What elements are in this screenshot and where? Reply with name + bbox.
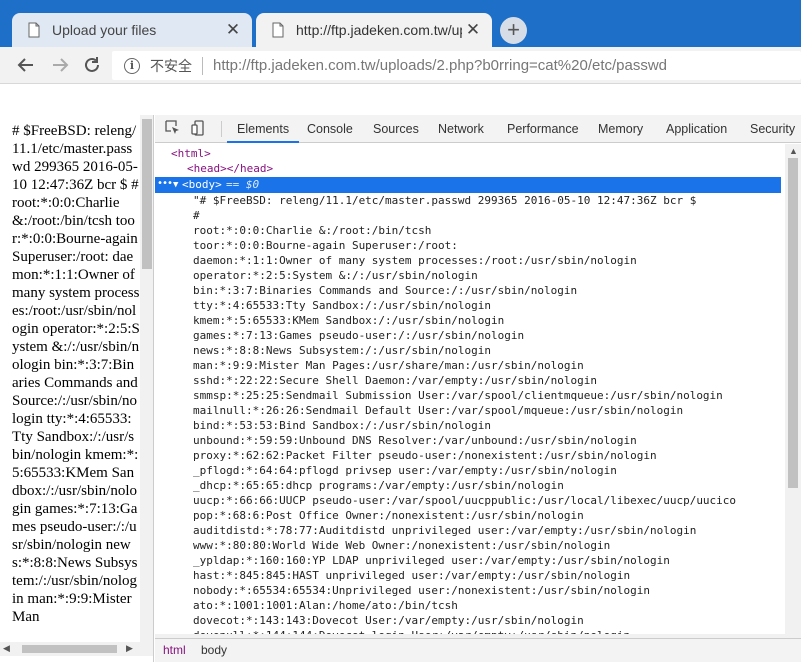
dom-text-line: uucp:*:66:66:UUCP pseudo-user:/var/spool…: [193, 494, 737, 507]
divider: [221, 121, 222, 137]
dom-node-body[interactable]: <body>: [182, 177, 222, 193]
page-text: # $FreeBSD: releng/11.1/etc/master.passw…: [12, 123, 140, 625]
dom-tree[interactable]: <html> <head></head> ••• ▼ <body> == $0 …: [155, 144, 785, 634]
info-icon[interactable]: i: [124, 57, 140, 74]
dom-text-line: kmem:*:5:65533:KMem Sandbox:/:/usr/sbin/…: [193, 314, 505, 327]
device-toolbar-icon[interactable]: [191, 120, 207, 136]
more-options-icon[interactable]: •••: [157, 176, 173, 191]
scrollbar-thumb[interactable]: [22, 645, 117, 653]
dom-text-line: mailnull:*:26:26:Sendmail Default User:/…: [193, 404, 684, 417]
dom-text-line: operator:*:2:5:System &:/:/usr/sbin/nolo…: [193, 269, 478, 282]
document-icon: [28, 22, 40, 38]
dom-text-line: tty:*:4:65533:Tty Sandbox:/:/usr/sbin/no…: [193, 299, 492, 312]
tab-console[interactable]: Console: [307, 115, 353, 143]
back-button[interactable]: [14, 53, 38, 77]
scroll-left-icon[interactable]: ◀: [3, 643, 10, 654]
page-vertical-scrollbar[interactable]: [140, 115, 153, 645]
dom-text-line: pop:*:68:6:Post Office Owner:/nonexisten…: [193, 509, 584, 522]
tab-label: Application: [666, 122, 728, 136]
scroll-right-icon[interactable]: ▶: [126, 643, 133, 654]
tab-label: Memory: [598, 122, 644, 136]
page-viewport: # $FreeBSD: releng/11.1/etc/master.passw…: [0, 115, 154, 662]
console-ref: == $0: [226, 178, 260, 191]
tab-sources[interactable]: Sources: [373, 115, 419, 143]
close-tab-icon[interactable]: ✕: [462, 19, 484, 41]
tab-strip: Upload your files ✕ http://ftp.jadeken.c…: [0, 0, 801, 47]
tab-application[interactable]: Application: [666, 115, 727, 143]
dom-text-line: _pflogd:*:64:64:pflogd privsep user:/var…: [193, 464, 617, 477]
dom-text-line: nobody:*:65534:65534:Unprivileged user:/…: [193, 584, 650, 597]
dom-text-line: games:*:7:13:Games pseudo-user:/:/usr/sb…: [193, 329, 525, 342]
dom-text-node[interactable]: "# $FreeBSD: releng/11.1/etc/master.pass…: [193, 193, 736, 634]
divider: [202, 56, 203, 75]
close-tab-icon[interactable]: ✕: [222, 19, 244, 41]
dom-node-html[interactable]: <html>: [171, 146, 211, 161]
tab-security[interactable]: Security: [750, 115, 795, 143]
browser-toolbar: i 不安全 http://ftp.jadeken.com.tw/uploads/…: [0, 47, 801, 84]
dom-text-line: man:*:9:9:Mister Man Pages:/usr/share/ma…: [193, 359, 584, 372]
dom-node-head[interactable]: <head></head>: [187, 161, 273, 176]
url-text[interactable]: http://ftp.jadeken.com.tw/uploads/2.php?…: [213, 57, 667, 74]
tab-performance[interactable]: Performance: [507, 115, 579, 143]
arrow-right-icon: [53, 58, 69, 72]
tab-upload-files[interactable]: Upload your files ✕: [12, 13, 252, 47]
document-icon: [272, 22, 284, 38]
tab-label: Elements: [237, 122, 290, 136]
scrollbar-thumb[interactable]: [142, 119, 152, 269]
breadcrumb: html body: [155, 638, 801, 662]
dom-text-line: smmsp:*:25:25:Sendmail Submission User:/…: [193, 389, 723, 402]
reload-button[interactable]: [80, 53, 104, 77]
new-tab-button[interactable]: +: [500, 17, 527, 44]
tab-title: http://ftp.jadeken.com.tw/uplo: [296, 22, 462, 38]
dom-text-line: auditdistd:*:78:77:Auditdistd unprivileg…: [193, 524, 697, 537]
dom-text-line: www:*:80:80:World Wide Web Owner:/nonexi…: [193, 539, 611, 552]
breadcrumb-item-body[interactable]: body: [201, 643, 227, 657]
scroll-up-icon[interactable]: ▲: [789, 146, 798, 156]
page-top-area: [0, 84, 801, 115]
dom-text-line: "# $FreeBSD: releng/11.1/etc/master.pass…: [193, 194, 697, 207]
dom-text-line: _dhcp:*:65:65:dhcp programs:/var/empty:/…: [193, 479, 564, 492]
tab-passwd[interactable]: http://ftp.jadeken.com.tw/uplo ✕: [256, 13, 492, 47]
tab-network[interactable]: Network: [438, 115, 484, 143]
tab-label: Security: [750, 122, 796, 136]
dom-node-body-selected[interactable]: ••• ▼ <body> == $0: [155, 177, 781, 193]
tab-label: Console: [307, 122, 353, 136]
dom-text-line: root:*:0:0:Charlie &:/root:/bin/tcsh: [193, 224, 432, 237]
security-label[interactable]: 不安全: [150, 56, 192, 76]
dom-text-line: daemon:*:1:1:Owner of many system proces…: [193, 254, 637, 267]
dom-vertical-scrollbar[interactable]: ▲: [785, 144, 801, 634]
dom-text-line: ato:*:1001:1001:Alan:/home/ato:/bin/tcsh: [193, 599, 458, 612]
collapse-triangle-icon[interactable]: ▼: [173, 177, 178, 193]
dom-text-line: proxy:*:62:62:Packet Filter pseudo-user:…: [193, 449, 657, 462]
tab-label: Performance: [507, 122, 579, 136]
dom-text-line: sshd:*:22:22:Secure Shell Daemon:/var/em…: [193, 374, 597, 387]
forward-button[interactable]: [48, 53, 72, 77]
arrow-left-icon: [17, 58, 33, 72]
tab-label: Sources: [373, 122, 419, 136]
dom-text-line: news:*:8:8:News Subsystem:/:/usr/sbin/no…: [193, 344, 492, 357]
devtools-panel: Elements Console Sources Network Perform…: [155, 115, 801, 662]
dom-text-line: _ypldap:*:160:160:YP LDAP unprivileged u…: [193, 554, 670, 567]
tab-memory[interactable]: Memory: [598, 115, 643, 143]
page-horizontal-scrollbar[interactable]: ◀ ▶: [0, 642, 153, 656]
devtools-tab-bar: Elements Console Sources Network Perform…: [155, 115, 801, 143]
dom-text-line: dovecot:*:143:143:Dovecot User:/var/empt…: [193, 614, 584, 627]
dom-text-line: #: [193, 209, 200, 222]
address-bar[interactable]: i 不安全 http://ftp.jadeken.com.tw/uploads/…: [112, 51, 801, 80]
breadcrumb-item-html[interactable]: html: [163, 643, 186, 657]
dom-text-line: hast:*:845:845:HAST unprivileged user:/v…: [193, 569, 631, 582]
dom-text-line: bind:*:53:53:Bind Sandbox:/:/usr/sbin/no…: [193, 419, 492, 432]
reload-icon: [85, 57, 99, 72]
inspect-element-icon[interactable]: [165, 120, 181, 136]
dom-text-line: unbound:*:59:59:Unbound DNS Resolver:/va…: [193, 434, 637, 447]
tab-elements[interactable]: Elements: [227, 115, 300, 143]
tab-title: Upload your files: [52, 22, 157, 38]
scrollbar-thumb[interactable]: [788, 158, 798, 488]
tab-label: Network: [438, 122, 484, 136]
dom-text-line: toor:*:0:0:Bourne-again Superuser:/root:: [193, 239, 458, 252]
dom-text-line: bin:*:3:7:Binaries Commands and Source:/…: [193, 284, 578, 297]
